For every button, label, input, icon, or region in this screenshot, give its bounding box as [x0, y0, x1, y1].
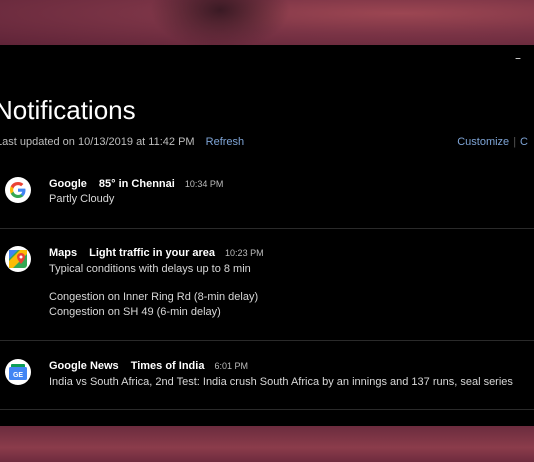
- notification-time: 10:23 PM: [225, 248, 264, 258]
- notification-body-line: India vs South Africa, 2nd Test: India c…: [49, 376, 513, 388]
- google-news-icon: GE: [5, 359, 31, 385]
- notifications-window: – Notifications Last updated on 10/13/20…: [0, 45, 534, 426]
- divider: [0, 340, 534, 341]
- notification-header: Google News Times of India 6:01 PM: [49, 360, 248, 372]
- last-updated-bar: Last updated on 10/13/2019 at 11:42 PM R…: [0, 136, 244, 148]
- trailing-link-fragment[interactable]: C: [520, 136, 528, 148]
- minimize-button[interactable]: –: [512, 52, 524, 64]
- page-title: Notifications: [0, 95, 136, 125]
- separator: |: [513, 136, 517, 148]
- svg-text:GE: GE: [13, 372, 23, 379]
- divider: [0, 228, 534, 229]
- divider: [0, 409, 534, 410]
- app-name: Maps: [49, 247, 78, 259]
- desktop-wallpaper-bottom: [0, 426, 534, 462]
- google-icon: [5, 177, 31, 203]
- notification-headline: 85° in Chennai: [98, 178, 175, 190]
- notification-headline: Times of India: [130, 360, 205, 372]
- customize-link[interactable]: Customize: [457, 136, 509, 148]
- app-name: Google News: [49, 360, 119, 372]
- customize-bar: Customize | C: [457, 136, 528, 148]
- notification-body-line: Typical conditions with delays up to 8 m…: [49, 263, 251, 275]
- notification-body-line: Partly Cloudy: [49, 193, 115, 205]
- refresh-link[interactable]: Refresh: [206, 136, 245, 148]
- notification-body-line: Congestion on Inner Ring Rd (8-min delay…: [49, 291, 259, 303]
- notification-header: Google 85° in Chennai 10:34 PM: [49, 178, 223, 190]
- last-updated-text: Last updated on 10/13/2019 at 11:42 PM: [0, 136, 195, 148]
- notification-body-line: Congestion on SH 49 (6-min delay): [49, 306, 221, 318]
- notification-header: Maps Light traffic in your area 10:23 PM: [49, 247, 264, 259]
- notification-headline: Light traffic in your area: [89, 247, 216, 259]
- notification-time: 6:01 PM: [214, 361, 248, 371]
- app-name: Google: [49, 178, 87, 190]
- notification-time: 10:34 PM: [184, 179, 224, 189]
- maps-icon: [5, 246, 31, 272]
